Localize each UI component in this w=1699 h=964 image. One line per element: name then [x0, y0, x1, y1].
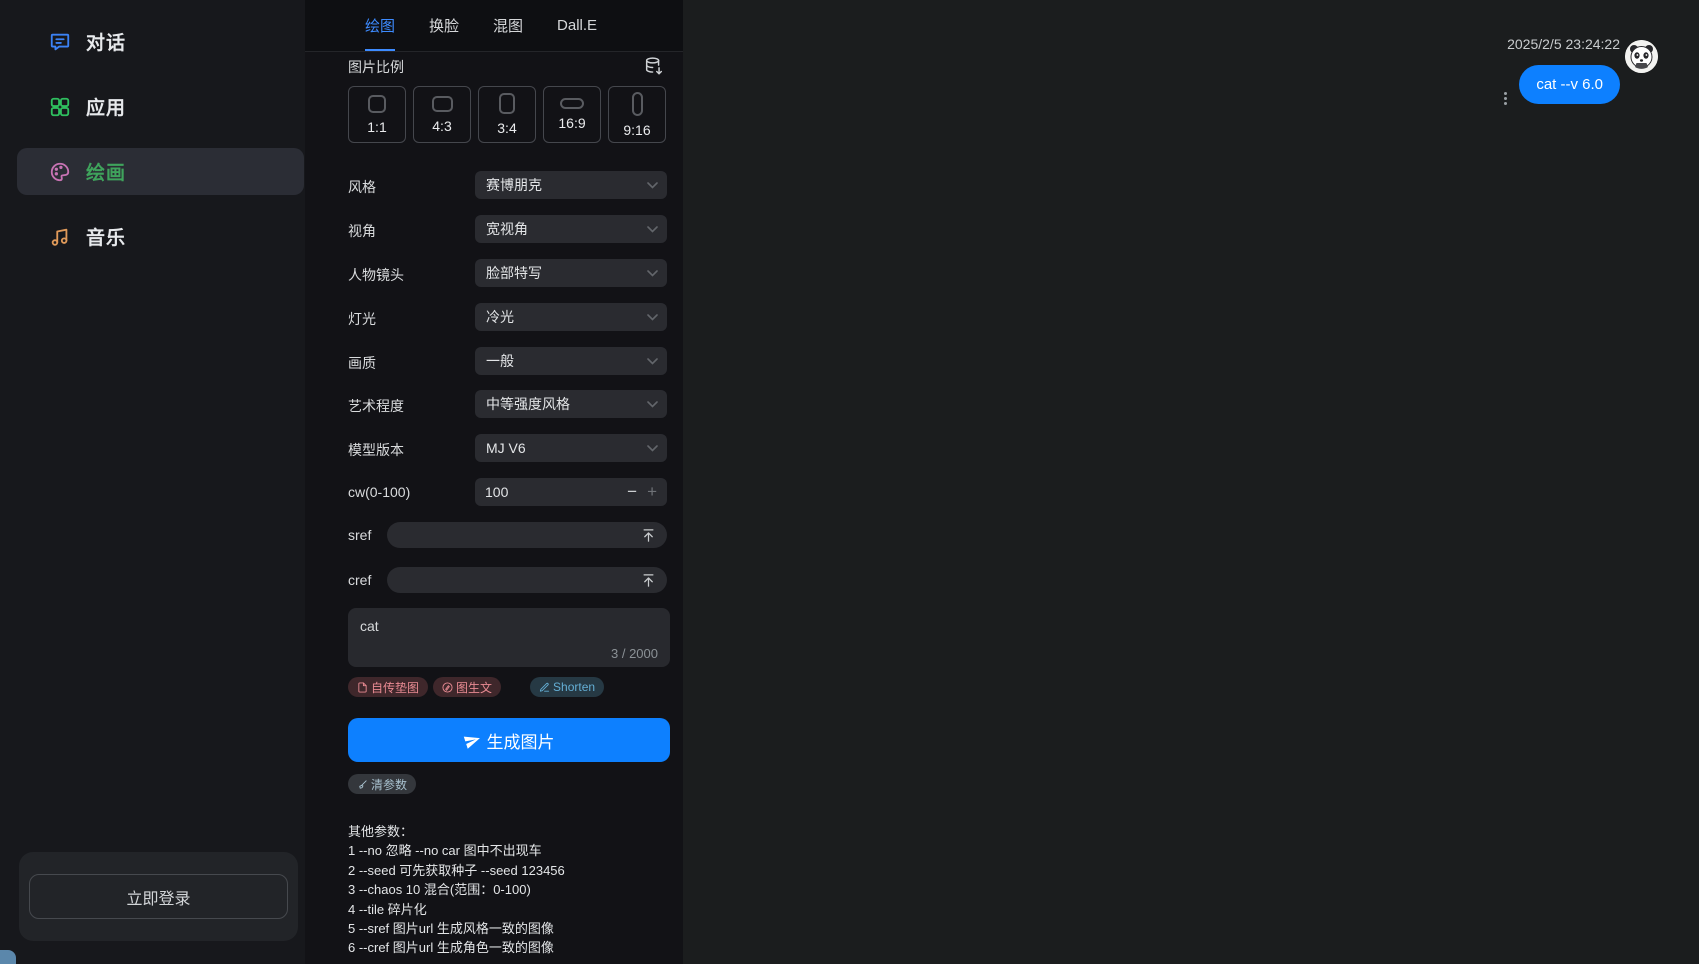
generate-image-button[interactable]: 生成图片: [348, 718, 670, 762]
quality-label: 画质: [348, 353, 376, 373]
help-line: 5 --sref 图片url 生成风格一致的图像: [348, 919, 565, 938]
help-line: 3 --chaos 10 混合(范围：0-100): [348, 880, 565, 899]
art-level-label: 艺术程度: [348, 396, 404, 416]
panda-avatar-icon: [1625, 40, 1658, 73]
quality-select[interactable]: 一般: [475, 347, 667, 375]
cw-label: cw(0-100): [348, 484, 410, 500]
tab-blend[interactable]: 混图: [493, 0, 523, 51]
ratio-options: 1:1 4:3 3:4 16:9 9:16: [348, 86, 666, 143]
quick-tags: 自传垫图 图生文 Shorten: [348, 677, 604, 697]
sidebar-item-music[interactable]: 音乐: [17, 213, 304, 260]
character-shot-label: 人物镜头: [348, 265, 404, 285]
prompt-text: cat: [360, 618, 658, 634]
help-line: 6 --cref 图片url 生成角色一致的图像: [348, 938, 565, 957]
pad-image-tag[interactable]: 自传垫图: [348, 677, 428, 697]
chat-history-area: 2025/2/5 23:24:22 cat --v 6.0: [683, 0, 1699, 964]
pen-circle-icon: [442, 682, 453, 693]
login-button[interactable]: 立即登录: [29, 874, 288, 919]
art-level-select[interactable]: 中等强度风格: [475, 390, 667, 418]
other-params-help: 其他参数： 1 --no 忽略 --no car 图中不出现车 2 --seed…: [348, 822, 565, 958]
upload-icon[interactable]: [641, 528, 656, 543]
sidebar-item-draw[interactable]: 绘画: [17, 148, 304, 195]
help-line: 2 --seed 可先获取种子 --seed 123456: [348, 861, 565, 880]
file-icon: [357, 682, 368, 693]
character-shot-select[interactable]: 脸部特写: [475, 259, 667, 287]
chevron-down-icon: [647, 314, 658, 321]
sidebar-item-label: 音乐: [86, 223, 126, 250]
sidebar-item-label: 绘画: [86, 158, 126, 185]
minus-button[interactable]: −: [621, 482, 643, 502]
ratio-shape-icon: [368, 95, 386, 113]
chevron-down-icon: [647, 270, 658, 277]
chat-bubble-icon: [48, 30, 72, 54]
sidebar-item-chat[interactable]: 对话: [17, 18, 304, 65]
upload-icon[interactable]: [641, 573, 656, 588]
clear-params-row: 清参数: [348, 774, 416, 795]
lighting-select[interactable]: 冷光: [475, 303, 667, 331]
login-card: 立即登录: [19, 852, 298, 941]
tab-face-swap[interactable]: 换脸: [429, 0, 459, 51]
floating-widget[interactable]: [0, 950, 16, 964]
model-version-select[interactable]: MJ V6: [475, 434, 667, 462]
cw-stepper[interactable]: 100 − +: [475, 478, 667, 506]
chevron-down-icon: [647, 182, 658, 189]
ratio-shape-icon: [632, 92, 643, 116]
app-root: 对话 应用 绘画 音乐 立即登录 绘图 换脸: [0, 0, 1699, 964]
sidebar-item-label: 应用: [86, 93, 126, 120]
apps-grid-icon: [48, 95, 72, 119]
palette-icon: [48, 160, 72, 184]
ratio-option-16-9[interactable]: 16:9: [543, 86, 601, 143]
help-line: 1 --no 忽略 --no car 图中不出现车: [348, 841, 565, 860]
brush-icon: [357, 779, 368, 790]
sidebar-item-label: 对话: [86, 28, 126, 55]
ratio-shape-icon: [432, 96, 453, 112]
cref-input[interactable]: [387, 567, 667, 593]
cref-label: cref: [348, 572, 371, 588]
panel-tabbar: 绘图 换脸 混图 Dall.E: [305, 0, 683, 52]
help-line: 其他参数：: [348, 822, 565, 841]
ratio-option-4-3[interactable]: 4:3: [413, 86, 471, 143]
paper-plane-icon: [461, 729, 482, 750]
chevron-down-icon: [647, 445, 658, 452]
sref-input[interactable]: [387, 522, 667, 548]
plus-button[interactable]: +: [643, 482, 657, 502]
clear-params-tag[interactable]: 清参数: [348, 774, 416, 794]
chevron-down-icon: [647, 401, 658, 408]
ratio-option-1-1[interactable]: 1:1: [348, 86, 406, 143]
chevron-down-icon: [647, 358, 658, 365]
music-note-icon: [48, 225, 72, 249]
model-version-label: 模型版本: [348, 440, 404, 460]
ratio-option-9-16[interactable]: 9:16: [608, 86, 666, 143]
style-label: 风格: [348, 177, 376, 197]
chevron-down-icon: [647, 226, 658, 233]
draw-settings-panel: 绘图 换脸 混图 Dall.E 图片比例 1:1 4:3 3:4: [305, 0, 683, 964]
cw-value: 100: [485, 484, 621, 500]
import-params-icon[interactable]: [643, 55, 665, 77]
lighting-label: 灯光: [348, 309, 376, 329]
tab-dalle[interactable]: Dall.E: [557, 2, 597, 49]
ratio-shape-icon: [499, 93, 515, 114]
style-select[interactable]: 赛博朋克: [475, 171, 667, 199]
help-line: 4 --tile 碎片化: [348, 900, 565, 919]
ratio-shape-icon: [560, 98, 584, 109]
prompt-textarea[interactable]: cat 3 / 2000: [348, 608, 670, 667]
sidebar: 对话 应用 绘画 音乐 立即登录: [0, 0, 305, 964]
message-more-menu-icon[interactable]: [1498, 87, 1512, 109]
sref-label: sref: [348, 527, 371, 543]
shorten-tag[interactable]: Shorten: [530, 677, 604, 697]
view-angle-select[interactable]: 宽视角: [475, 215, 667, 243]
ratio-option-3-4[interactable]: 3:4: [478, 86, 536, 143]
view-angle-label: 视角: [348, 221, 376, 241]
user-message-bubble[interactable]: cat --v 6.0: [1519, 65, 1620, 104]
tab-draw[interactable]: 绘图: [365, 0, 395, 51]
pencil-icon: [539, 682, 550, 693]
ratio-section-label: 图片比例: [348, 57, 404, 77]
image-to-text-tag[interactable]: 图生文: [433, 677, 501, 697]
sidebar-item-apps[interactable]: 应用: [17, 83, 304, 130]
avatar[interactable]: [1625, 40, 1658, 73]
char-counter: 3 / 2000: [611, 646, 658, 661]
message-timestamp: 2025/2/5 23:24:22: [1507, 36, 1620, 52]
